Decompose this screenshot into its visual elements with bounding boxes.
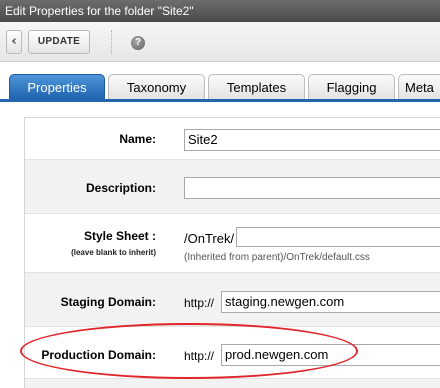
stylesheet-input[interactable] <box>236 227 440 247</box>
staging-prefix: http:// <box>184 296 215 310</box>
tab-underline <box>0 99 440 102</box>
production-prefix: http:// <box>184 349 215 363</box>
name-row: Name: Site2 <box>25 118 440 160</box>
stylesheet-row: Style Sheet : (leave blank to inherit) /… <box>25 214 440 273</box>
production-domain-input[interactable]: prod.newgen.com <box>221 344 440 366</box>
back-button[interactable]: ‹ <box>6 30 22 54</box>
staging-row: Staging Domain: http:// staging.newgen.c… <box>25 273 440 327</box>
window-title: Edit Properties for the folder "Site2" <box>0 0 440 22</box>
stylesheet-prefix: /OnTrek/ <box>184 231 235 246</box>
toolbar: ‹ UPDATE ? <box>0 22 440 62</box>
tab-flagging[interactable]: Flagging <box>308 74 395 100</box>
stylesheet-hint: (leave blank to inherit) <box>71 248 156 257</box>
tab-templates[interactable]: Templates <box>208 74 305 100</box>
production-row: Production Domain: http:// prod.newgen.c… <box>25 327 440 379</box>
stylesheet-inherited-note: (Inherited from parent)/OnTrek/default.c… <box>184 252 370 263</box>
staging-domain-input[interactable]: staging.newgen.com <box>221 291 440 313</box>
form-footer-row <box>25 379 440 388</box>
production-label: Production Domain: <box>41 348 156 362</box>
tab-metadata[interactable]: Meta <box>398 74 440 100</box>
help-icon[interactable]: ? <box>131 36 145 50</box>
properties-form: Name: Site2 Description: Style Sheet : (… <box>24 117 440 388</box>
name-input[interactable]: Site2 <box>184 129 440 151</box>
name-label: Name: <box>119 132 156 146</box>
chevron-left-icon: ‹ <box>11 34 17 49</box>
update-button[interactable]: UPDATE <box>28 30 90 54</box>
stylesheet-label: Style Sheet : <box>83 229 156 243</box>
description-row: Description: <box>25 160 440 214</box>
staging-label: Staging Domain: <box>60 295 156 309</box>
tab-properties[interactable]: Properties <box>9 74 105 100</box>
tab-taxonomy[interactable]: Taxonomy <box>108 74 205 100</box>
tab-bar: Properties Taxonomy Templates Flagging M… <box>0 62 440 100</box>
toolbar-separator <box>111 30 112 54</box>
description-input[interactable] <box>184 177 440 199</box>
description-label: Description: <box>85 181 156 195</box>
